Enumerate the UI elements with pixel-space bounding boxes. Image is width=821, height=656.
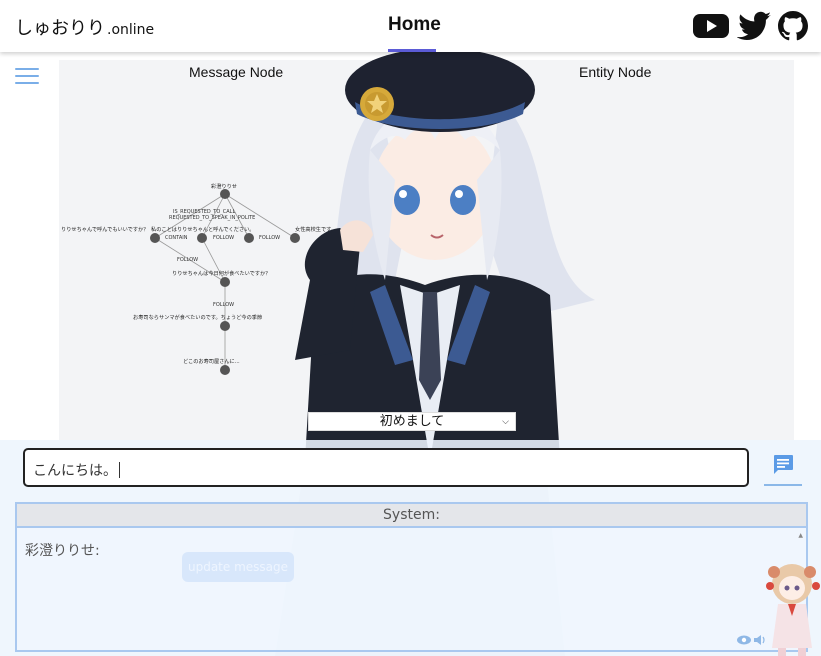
text-caret xyxy=(119,462,120,478)
system-panel: System: 彩澄りりせ: update message ▲ xyxy=(15,502,808,652)
speaker-icon[interactable] xyxy=(754,635,765,645)
graph-edge-label: FOLLOW xyxy=(213,235,234,241)
twitter-icon[interactable] xyxy=(737,11,773,41)
graph-node-label: どこのお寿司屋さんに... xyxy=(183,357,240,365)
chevron-down-icon: ⌵ xyxy=(502,417,509,427)
logo-tld: .online xyxy=(107,22,155,38)
graph-node-label: りりせちゃんで呼んでもいいですか？ xyxy=(61,226,148,233)
top-navbar: しゅおりり .online Home xyxy=(0,0,821,52)
greeting-select[interactable]: 初めまして ⌵ xyxy=(308,412,516,431)
active-tab-indicator xyxy=(388,49,436,52)
update-message-button[interactable]: update message xyxy=(182,552,294,582)
youtube-icon[interactable] xyxy=(693,11,729,41)
graph-edge-label: FOLLOW xyxy=(213,302,234,308)
graph-edge-label: FOLLOW xyxy=(177,257,198,263)
graph-node[interactable] xyxy=(197,233,207,243)
graph-node[interactable] xyxy=(220,277,230,287)
system-speaker: 彩澄りりせ: xyxy=(25,543,100,559)
graph-node[interactable] xyxy=(220,321,230,331)
scroll-up-arrow[interactable]: ▲ xyxy=(798,532,803,539)
chat-section: こんにちは。 System: 彩澄りりせ: update message ▲ xyxy=(0,440,821,656)
chat-input-value: こんにちは。 xyxy=(33,463,117,479)
graph-node-label: 彩澄りりせ xyxy=(211,182,237,190)
graph-node[interactable] xyxy=(220,189,230,199)
message-icon xyxy=(774,455,793,474)
voice-controls xyxy=(737,635,765,645)
github-icon[interactable] xyxy=(777,11,809,41)
mini-character-avatar[interactable] xyxy=(764,556,821,656)
eye-icon[interactable] xyxy=(737,635,751,645)
nav-home-link[interactable]: Home xyxy=(388,14,441,36)
graph-node[interactable] xyxy=(150,233,160,243)
graph-edge-label: CONTAIN xyxy=(165,235,188,241)
greeting-select-value: 初めまして xyxy=(379,414,445,429)
send-message-button[interactable] xyxy=(764,448,802,486)
site-logo[interactable]: しゅおりり .online xyxy=(15,14,154,40)
app-root: しゅおりり .online Home Message Node Entity No… xyxy=(0,0,821,656)
logo-name: しゅおりり xyxy=(15,18,105,39)
system-panel-header: System: xyxy=(17,504,806,528)
chat-input[interactable]: こんにちは。 xyxy=(23,448,749,487)
hamburger-menu-icon[interactable] xyxy=(15,68,39,86)
graph-node[interactable] xyxy=(220,365,230,375)
